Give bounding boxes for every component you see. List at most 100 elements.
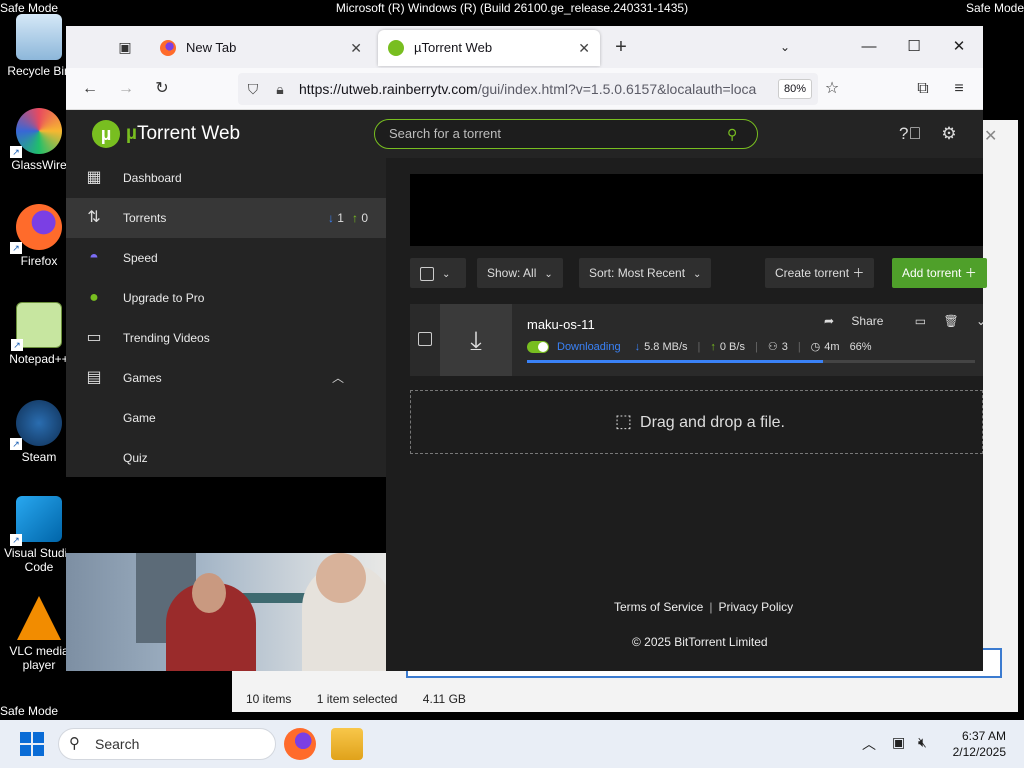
extensions-icon[interactable]: ⧉ xyxy=(912,78,934,100)
dropzone-text: Drag and drop a file. xyxy=(640,414,785,431)
menu-hamburger-icon[interactable]: ≡ xyxy=(948,78,970,100)
video-player-thumbnail[interactable] xyxy=(66,553,386,671)
share-button[interactable]: ➦ Share xyxy=(824,314,897,328)
address-bar[interactable]: ⛉ 🔒︎ https://utweb.rainberrytv.com/gui/i… xyxy=(238,73,818,105)
url-text[interactable]: https://utweb.rainberrytv.com/gui/index.… xyxy=(299,73,769,105)
clock-time: 6:37 AM xyxy=(961,729,1006,743)
tab-utorrent-web[interactable]: µTorrent Web ✕ xyxy=(378,30,600,66)
sidebar-item-label: Upgrade to Pro xyxy=(123,291,205,305)
main-content: ⌄ Show: All ⌄ Sort: Most Recent ⌄ Create t… xyxy=(386,158,987,671)
forward-arrow-icon[interactable]: → xyxy=(115,78,137,100)
close-tab-icon[interactable]: ✕ xyxy=(578,30,590,66)
torrent-stats: Downloading ↓ 5.8 MB/s | ↑ 0 B/s | ⚇ 3 | ◷ 4… xyxy=(527,340,872,353)
shield-icon[interactable]: ⛉ xyxy=(244,80,262,98)
taskbar-file-explorer-icon[interactable] xyxy=(331,728,363,760)
search-icon[interactable]: ⚲ xyxy=(727,126,743,142)
sort-dropdown[interactable]: Sort: Most Recent ⌄ xyxy=(579,258,712,288)
notepad-plus-plus-icon: ↗ xyxy=(11,302,62,351)
close-icon[interactable]: ✕ xyxy=(984,126,997,146)
upload-speed-icon: ↑ xyxy=(710,340,716,353)
sidebar-item-game[interactable]: Game xyxy=(66,398,386,438)
new-tab-plus-icon[interactable]: + xyxy=(610,36,632,58)
chevron-down-icon: ⌄ xyxy=(693,269,702,280)
open-folder-icon[interactable]: ▭ xyxy=(915,314,926,328)
copyright-text: © 2025 BitTorrent Limited xyxy=(632,635,768,649)
zoom-level-badge[interactable]: 80% xyxy=(778,79,813,99)
sidebar-item-upgrade-to-pro[interactable]: ● Upgrade to Pro xyxy=(66,278,386,318)
plus-icon: ＋ xyxy=(964,266,977,280)
terms-of-service-link[interactable]: Terms of Service xyxy=(614,600,703,614)
create-torrent-button[interactable]: Create torrent ＋ xyxy=(765,258,875,288)
sort-value: Most Recent xyxy=(617,266,686,280)
taskbar-search[interactable]: ⚲ Search xyxy=(58,728,276,760)
drag-drop-zone[interactable]: ⬚ Drag and drop a file. xyxy=(410,390,983,454)
select-all-checkbox-dropdown[interactable]: ⌄ xyxy=(410,258,466,288)
tray-chevron-up-icon[interactable]: ︿ xyxy=(862,734,876,754)
tab-new-tab[interactable]: New Tab ✕ xyxy=(150,30,372,66)
sidebar-item-label: Games xyxy=(123,371,162,385)
sidebar-item-trending-videos[interactable]: ▭ Trending Videos xyxy=(66,318,386,358)
torrent-name: maku-os-11 xyxy=(527,317,595,332)
dashboard-icon: ▦ xyxy=(86,169,102,186)
show-filter-dropdown[interactable]: Show: All ⌄ xyxy=(477,258,563,288)
lock-icon[interactable]: 🔒︎ xyxy=(271,80,289,98)
recycle-bin-icon xyxy=(16,14,62,60)
glasswire-icon: ↗ xyxy=(10,108,62,158)
utorrent-favicon-icon xyxy=(388,40,404,56)
torrent-checkbox[interactable] xyxy=(418,332,432,346)
utorrent-logo[interactable]: µ µTorrent Web xyxy=(92,120,240,148)
bookmark-star-icon[interactable]: ☆ xyxy=(821,78,843,100)
settings-gear-icon[interactable]: ⚙ xyxy=(939,124,959,144)
sidebar-item-games[interactable]: ▤ Games ︿ xyxy=(66,358,386,398)
chevron-up-icon[interactable]: ︿ xyxy=(332,358,344,398)
taskbar: ⚲ Search ︿ ▣ 🔇︎ 6:37 AM 2/12/2025 xyxy=(0,720,1024,768)
search-icon: ⚲ xyxy=(69,735,80,752)
vlc-icon xyxy=(17,596,61,640)
progress-percent: 66% xyxy=(849,340,872,353)
close-tab-icon[interactable]: ✕ xyxy=(350,30,362,66)
taskbar-clock[interactable]: 6:37 AM 2/12/2025 xyxy=(953,728,1006,760)
maximize-icon[interactable]: ☐ xyxy=(903,36,925,58)
torrent-counts: ↓ 1 ↑ 0 xyxy=(327,211,368,225)
sidebar-item-torrents[interactable]: ⇅ Torrents ↓ 1 ↑ 0 xyxy=(66,198,386,238)
download-speed: 5.8 MB/s xyxy=(644,340,688,353)
sidebar-item-label: Quiz xyxy=(123,451,148,465)
volume-muted-icon[interactable]: 🔇︎ xyxy=(918,734,927,751)
sidebar-item-quiz[interactable]: Quiz xyxy=(66,438,386,478)
trash-icon[interactable]: 🗑︎ xyxy=(943,314,958,328)
navigation-toolbar: ← → ↻ ⛉ 🔒︎ https://utweb.rainberrytv.com… xyxy=(66,68,983,110)
safe-mode-label-top-right: Safe Mode xyxy=(965,1,1024,15)
windows-start-icon[interactable] xyxy=(20,732,44,756)
chevron-down-icon[interactable]: ⌄ xyxy=(976,314,986,328)
list-all-tabs-chevron-icon[interactable]: ⌄ xyxy=(774,36,796,58)
vscode-icon: ↗ xyxy=(10,496,62,546)
close-window-icon[interactable]: ✕ xyxy=(948,36,970,58)
ad-banner[interactable] xyxy=(410,174,983,246)
help-icon[interactable]: ?⃝ xyxy=(899,124,921,144)
peers-icon: ⚇ xyxy=(767,341,778,353)
add-torrent-button[interactable]: Add torrent ＋ xyxy=(892,258,987,288)
sidebar-item-dashboard[interactable]: ▦ Dashboard xyxy=(66,158,386,198)
select-all-checkbox[interactable] xyxy=(420,266,434,281)
sidebar-empty-area xyxy=(66,477,386,553)
sidebar-item-speed[interactable]: ◓ Speed xyxy=(66,238,386,278)
back-arrow-icon[interactable]: ← xyxy=(79,78,101,100)
reload-icon[interactable]: ↻ xyxy=(151,78,173,100)
share-label: Share xyxy=(851,314,884,328)
progress-bar xyxy=(527,360,975,363)
peer-count: 3 xyxy=(781,340,788,353)
torrent-search-input[interactable]: Search for a torrent ⚲ xyxy=(374,119,758,149)
clock-icon: ◷ xyxy=(810,341,821,353)
download-toggle[interactable] xyxy=(527,340,549,353)
firefox-icon: ↗ xyxy=(10,204,62,254)
minimize-icon[interactable]: — xyxy=(858,36,880,58)
taskbar-search-placeholder: Search xyxy=(95,736,140,752)
taskbar-firefox-icon[interactable] xyxy=(284,728,316,760)
speed-icon: ◓ xyxy=(89,249,99,266)
network-icon[interactable]: ▣ xyxy=(892,734,905,751)
firefox-view-icon[interactable]: ▣ xyxy=(114,36,136,58)
download-speed-icon: ↓ xyxy=(634,340,641,353)
explorer-status-bar: 10 items 1 item selected 4.11 GB xyxy=(246,692,488,706)
torrent-row[interactable]: ⤓ maku-os-11 Downloading ↓ 5.8 MB/s | ↑ 0 … xyxy=(410,304,986,376)
privacy-policy-link[interactable]: Privacy Policy xyxy=(718,600,793,614)
